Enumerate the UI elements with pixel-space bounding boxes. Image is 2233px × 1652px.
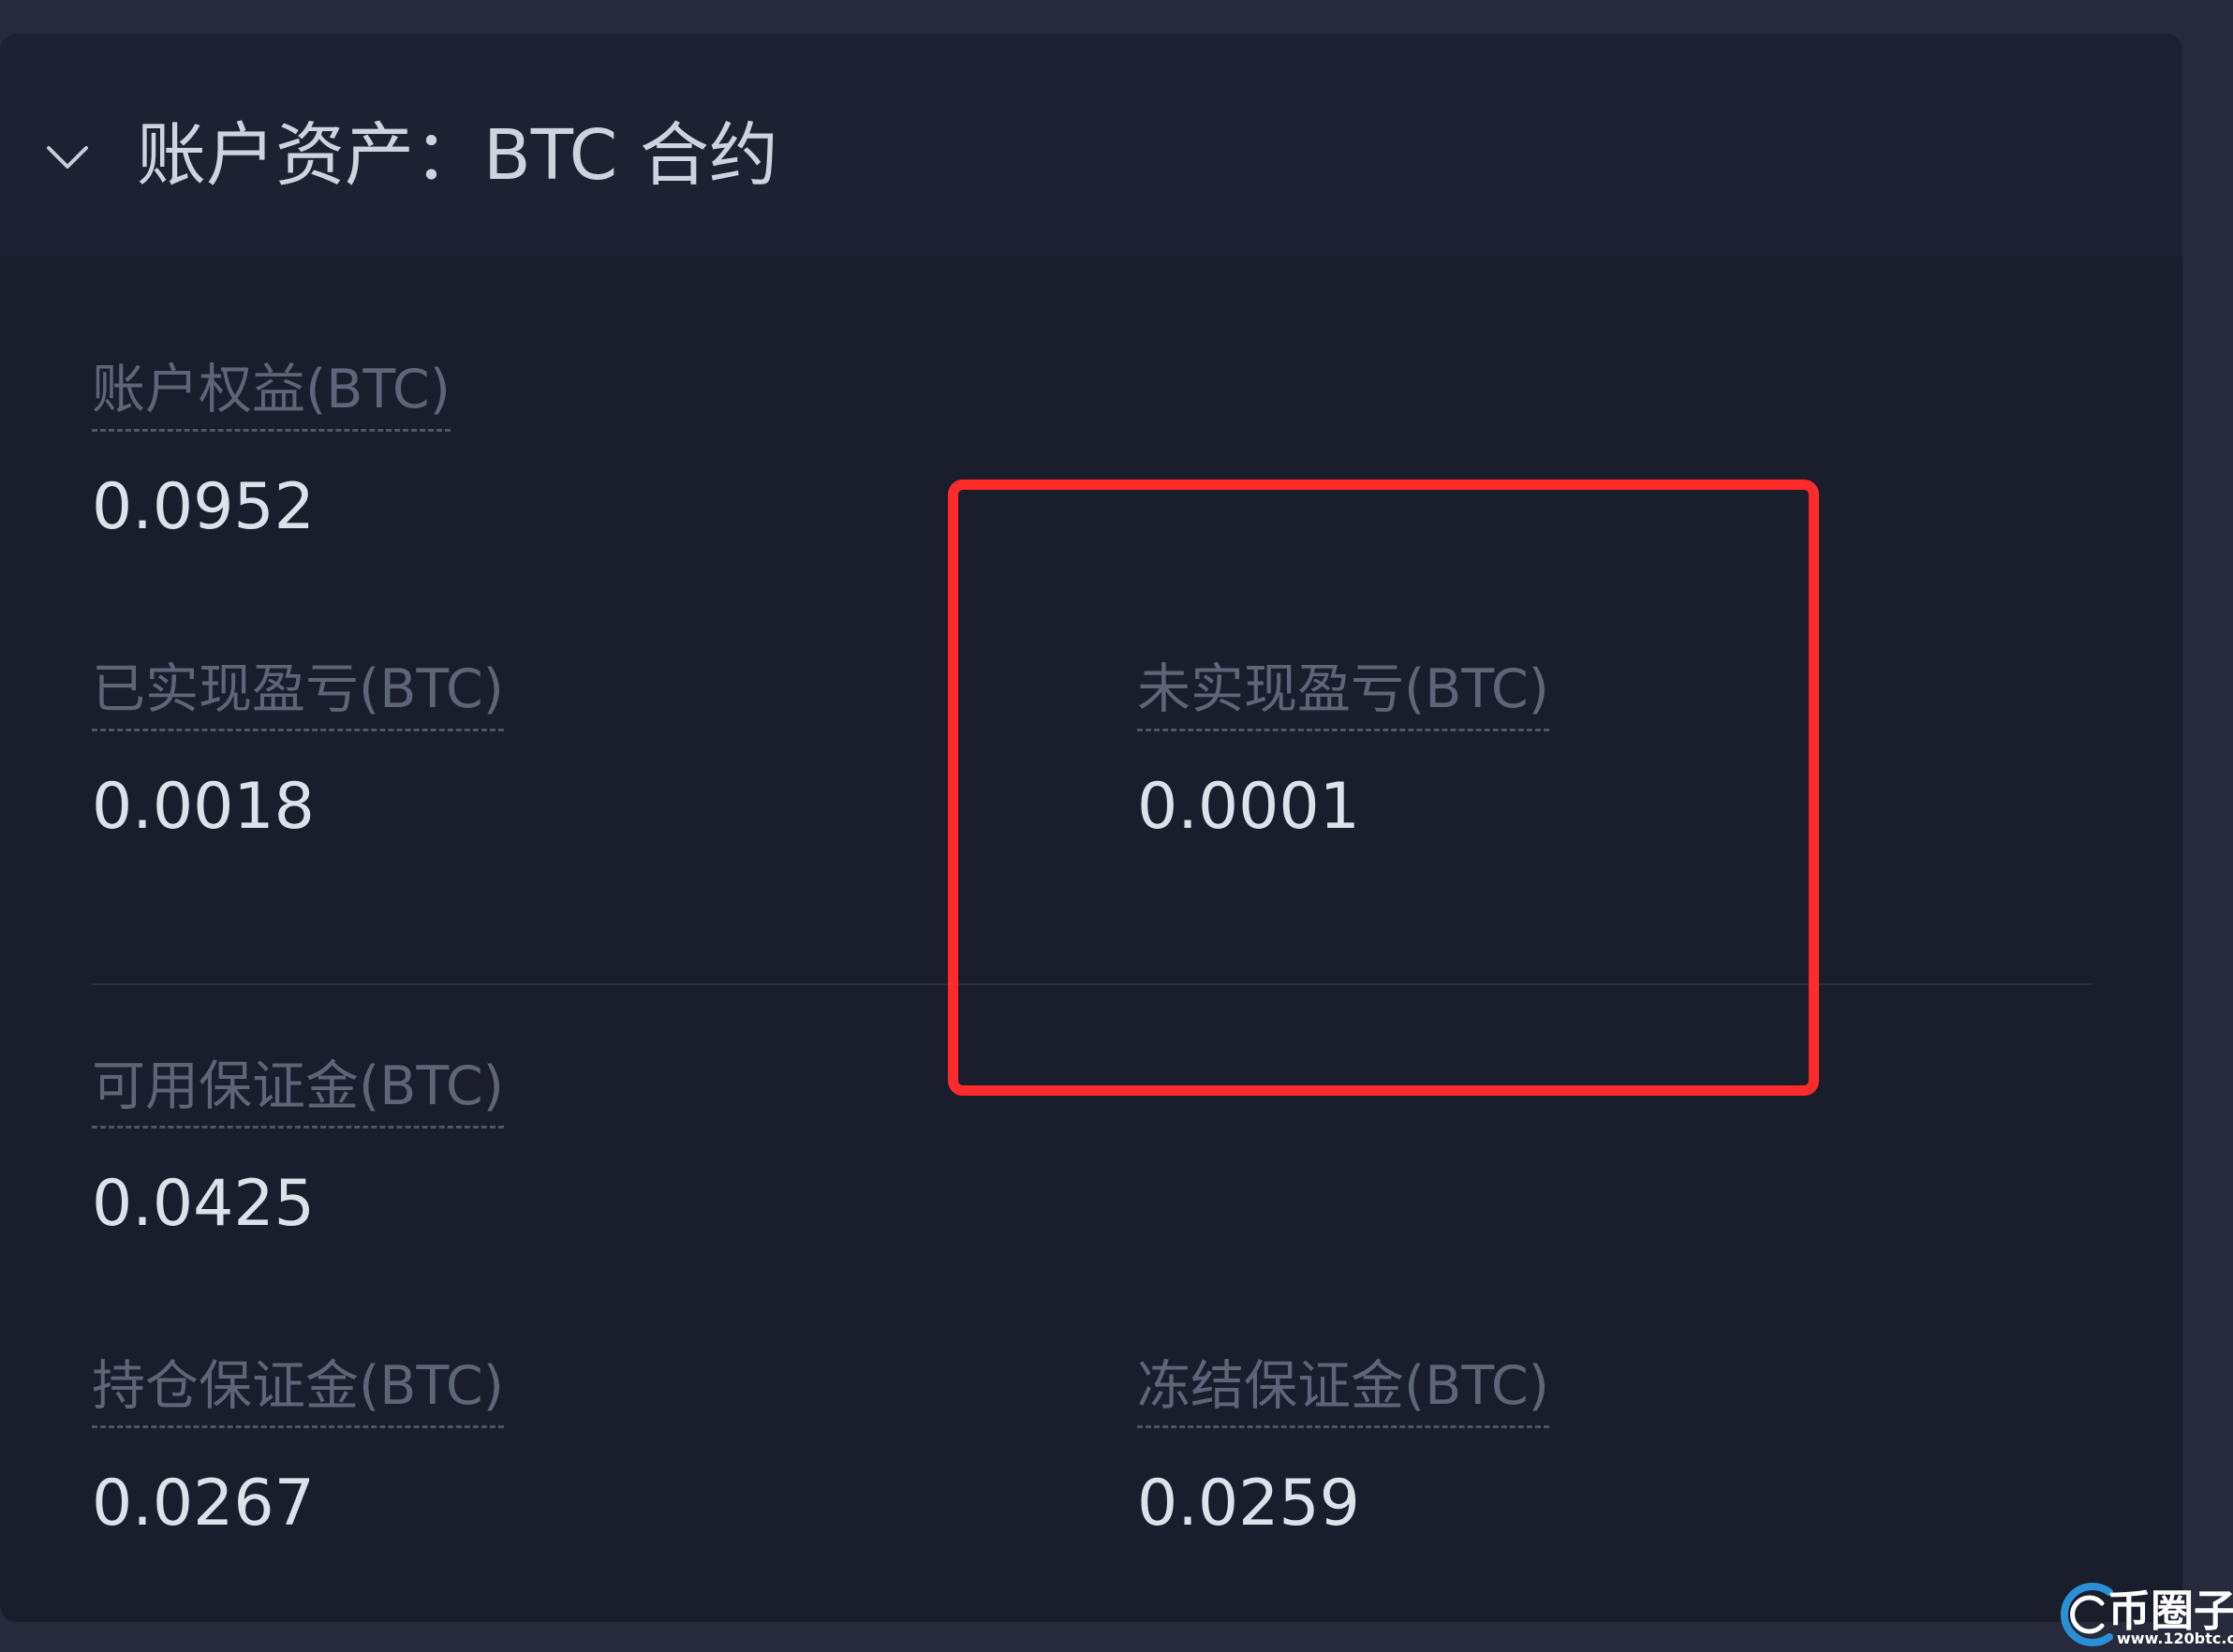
metric-realized-pnl: 已实现盈亏(BTC) 0.0018 <box>92 654 935 846</box>
realized-pnl-label[interactable]: 已实现盈亏(BTC) <box>92 654 504 731</box>
metric-available-margin: 可用保证金(BTC) 0.0425 <box>92 1051 935 1243</box>
panel-header[interactable]: 账户资产：BTC 合约 <box>0 34 2182 257</box>
position-margin-label[interactable]: 持仓保证金(BTC) <box>92 1350 504 1428</box>
position-margin-value: 0.0267 <box>92 1466 935 1542</box>
metric-frozen-margin: 冻结保证金(BTC) 0.0259 <box>1137 1350 1980 1542</box>
watermark: 币圈子 www.120btc.com <box>2046 1573 2233 1648</box>
account-equity-value: 0.0952 <box>92 469 935 546</box>
available-margin-label[interactable]: 可用保证金(BTC) <box>92 1051 504 1128</box>
frozen-margin-value: 0.0259 <box>1137 1466 1980 1542</box>
panel-title: 账户资产：BTC 合约 <box>137 109 778 202</box>
metric-position-margin: 持仓保证金(BTC) 0.0267 <box>92 1350 935 1542</box>
account-equity-label[interactable]: 账户权益(BTC) <box>92 354 451 432</box>
available-margin-value: 0.0425 <box>92 1166 935 1243</box>
realized-pnl-value: 0.0018 <box>92 769 935 846</box>
metric-account-equity: 账户权益(BTC) 0.0952 <box>92 354 935 546</box>
chevron-down-icon[interactable] <box>41 131 94 184</box>
highlight-box <box>948 479 1819 1096</box>
frozen-margin-label[interactable]: 冻结保证金(BTC) <box>1137 1350 1549 1428</box>
watermark-url: www.120btc.com <box>2117 1630 2233 1647</box>
